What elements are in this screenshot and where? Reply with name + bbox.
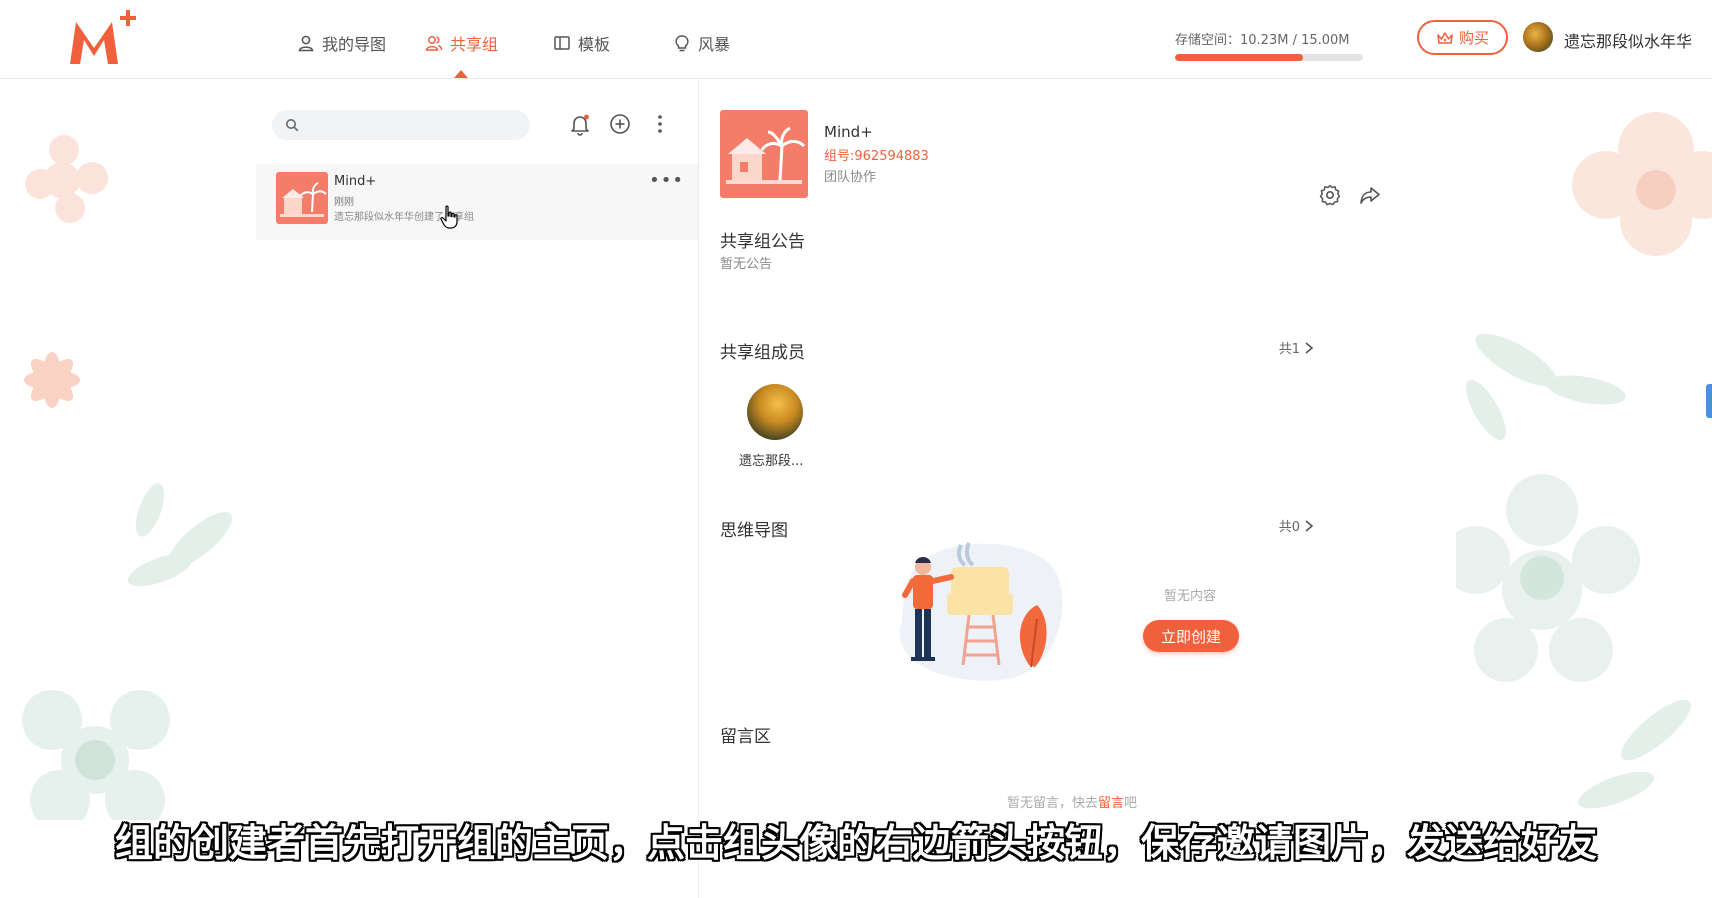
search-input[interactable] (272, 110, 530, 140)
user-avatar[interactable] (1523, 22, 1553, 52)
comments-hint-prefix: 暂无留言，快去 (1007, 796, 1099, 811)
announcement-title: 共享组公告 (720, 232, 805, 252)
side-collapse-tab[interactable] (1706, 384, 1712, 418)
template-icon (554, 36, 570, 50)
group-type: 团队协作 (824, 170, 877, 185)
app-logo[interactable] (66, 8, 146, 68)
storage-label: 存储空间：10.23M / 15.00M (1175, 33, 1350, 48)
nav-label: 模板 (578, 35, 611, 54)
storage-progress-fill (1175, 54, 1304, 61)
top-bar: 我的导图 共享组 模板 风暴 存储空间：10.23M / 15.00M 购买 遗… (0, 0, 1712, 79)
buy-button[interactable]: 购买 (1417, 20, 1508, 55)
nav-label: 我的导图 (322, 35, 387, 54)
storage-progress-bar (1175, 54, 1363, 61)
comments-hint-suffix: 吧 (1124, 796, 1138, 811)
member-name: 遗忘那段... (739, 454, 804, 469)
chevron-right-icon (1305, 519, 1314, 532)
leave-comment-link[interactable]: 留言 (1098, 796, 1124, 811)
group-time: 刚刚 (334, 197, 354, 208)
hand-cursor-icon (440, 205, 458, 229)
announcement-body: 暂无公告 (720, 257, 773, 272)
member-avatar[interactable] (747, 384, 803, 440)
members-count: 共1 (1278, 342, 1300, 357)
nav-label: 风暴 (698, 35, 731, 54)
group-icon (425, 36, 443, 51)
share-arrow-icon[interactable] (1358, 183, 1382, 207)
list-item[interactable]: Mind+ 刚刚 遗忘那段似水年华创建了共享组 ••• (256, 164, 698, 240)
mindmaps-count-link[interactable]: 共0 (1279, 516, 1314, 535)
group-detail-panel: Mind+ 组号:962594883 团队协作 共享组公告 暂无公告 共享组成员… (698, 80, 1456, 898)
username[interactable]: 遗忘那段似水年华 (1564, 28, 1692, 52)
create-now-button[interactable]: 立即创建 (1143, 620, 1239, 652)
video-subtitle: 组的创建者首先打开组的主页，点击组头像的右边箭头按钮，保存邀请图片，发送给好友 (114, 821, 1597, 865)
active-tab-indicator (454, 70, 468, 78)
user-icon (298, 35, 314, 52)
buy-label: 购买 (1458, 29, 1489, 47)
search-icon (286, 119, 299, 132)
nav-shared-groups[interactable]: 共享组 (425, 30, 498, 56)
group-name: Mind+ (334, 174, 377, 189)
empty-state-text: 暂无内容 (1164, 589, 1217, 604)
bell-icon[interactable] (568, 112, 592, 136)
crown-icon (1437, 31, 1453, 44)
nav-templates[interactable]: 模板 (553, 30, 610, 56)
members-title: 共享组成员 (720, 343, 805, 363)
comments-hint: 暂无留言，快去留言吧 (1007, 792, 1137, 811)
nav-label: 共享组 (450, 35, 499, 54)
group-id: 组号:962594883 (824, 149, 929, 164)
settings-gear-icon[interactable] (1318, 183, 1342, 207)
add-circle-icon[interactable] (608, 112, 632, 136)
nav-storm[interactable]: 风暴 (673, 30, 730, 56)
mindmaps-title: 思维导图 (720, 521, 788, 541)
more-vertical-icon[interactable] (648, 112, 672, 136)
empty-state-illustration (899, 542, 1063, 681)
group-list-panel: Mind+ 刚刚 遗忘那段似水年华创建了共享组 ••• (256, 80, 698, 898)
group-title: Mind+ (824, 123, 873, 141)
flower-decoration-left (22, 135, 232, 820)
members-count-link[interactable]: 共1 (1279, 338, 1314, 357)
nav-my-mindmaps[interactable]: 我的导图 (297, 30, 386, 56)
group-more-button[interactable]: ••• (649, 170, 684, 191)
flower-decoration-right (1456, 112, 1712, 809)
group-avatar[interactable] (720, 110, 808, 198)
group-thumbnail (276, 172, 328, 224)
comments-title: 留言区 (720, 727, 771, 747)
lightbulb-icon (675, 35, 689, 52)
chevron-right-icon (1305, 341, 1314, 354)
mindmaps-count: 共0 (1278, 520, 1300, 535)
